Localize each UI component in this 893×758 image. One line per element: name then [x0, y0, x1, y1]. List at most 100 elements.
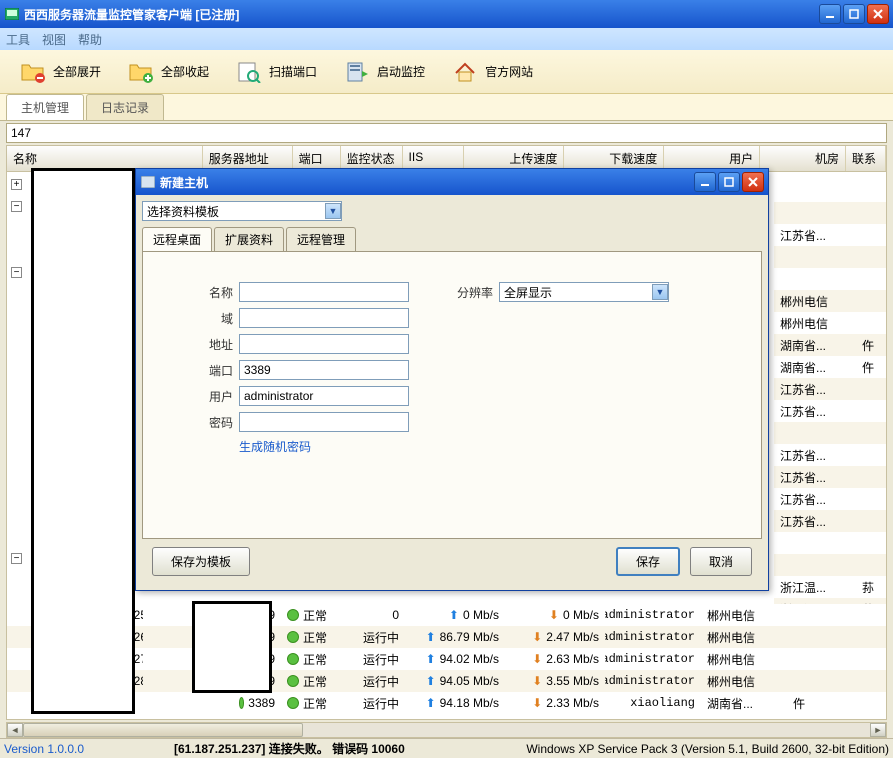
user-cell: xiaoliang — [605, 694, 701, 712]
table-row[interactable]: 227 3389 正常 运行中 ⬆94.02 Mb/s ⬇2.63 Mb/s a… — [7, 648, 886, 670]
table-row[interactable]: 浙江温...荪 — [774, 576, 886, 598]
table-row[interactable] — [774, 532, 886, 554]
dlg-tab-mgmt[interactable]: 远程管理 — [286, 227, 356, 251]
dialog-icon — [140, 174, 156, 190]
table-row[interactable]: 郴州电信 — [774, 290, 886, 312]
horizontal-scrollbar[interactable]: ◄ ► — [6, 722, 887, 738]
tree-collapse-icon[interactable]: − — [11, 201, 22, 212]
dlg-tab-remote[interactable]: 远程桌面 — [142, 227, 212, 251]
table-row[interactable]: 225 3389 正常 0 ⬆0 Mb/s ⬇0 Mb/s administra… — [7, 604, 886, 626]
table-row[interactable] — [774, 268, 886, 290]
tree-expand-icon[interactable]: + — [11, 179, 22, 190]
tab-logs[interactable]: 日志记录 — [86, 94, 164, 120]
table-row[interactable]: 江苏省... — [774, 488, 886, 510]
room-cell: 浙江温... — [774, 577, 856, 598]
user-field[interactable] — [239, 386, 409, 406]
pass-label: 密码 — [183, 414, 233, 431]
addr-field[interactable] — [239, 334, 409, 354]
gen-password-link[interactable]: 生成随机密码 — [239, 438, 409, 455]
table-row[interactable] — [774, 180, 886, 202]
table-row[interactable] — [774, 554, 886, 576]
menu-view[interactable]: 视图 — [42, 31, 66, 48]
col-contact[interactable]: 联系 — [846, 146, 886, 171]
start-monitor-button[interactable]: 启动监控 — [332, 53, 436, 91]
dialog-maximize-button[interactable] — [718, 172, 740, 192]
app-icon — [4, 6, 20, 22]
menu-help[interactable]: 帮助 — [78, 31, 102, 48]
name-field[interactable] — [239, 282, 409, 302]
table-row[interactable]: 江苏省... — [774, 510, 886, 532]
port-cell: 3389 — [233, 672, 281, 690]
table-row[interactable]: 江苏省... — [774, 444, 886, 466]
cancel-button[interactable]: 取消 — [690, 547, 752, 576]
room-cell — [774, 431, 856, 435]
resolution-select[interactable]: 全屏显示 ▼ — [499, 282, 669, 302]
col-room[interactable]: 机房 — [760, 146, 846, 171]
status-cell: 正常 — [281, 649, 343, 670]
port-cell: 3389 — [233, 650, 281, 668]
domain-field[interactable] — [239, 308, 409, 328]
flag-cell — [787, 613, 827, 617]
scan-port-button[interactable]: 扫描端口 — [224, 53, 328, 91]
room-cell — [774, 189, 856, 193]
table-row[interactable]: 3389 正常 运行中 ⬆94.18 Mb/s ⬇2.33 Mb/s xiaol… — [7, 692, 886, 714]
close-button[interactable] — [867, 4, 889, 24]
status-dot-icon — [239, 675, 244, 687]
scroll-right-button[interactable]: ► — [870, 723, 886, 737]
flag-cell — [856, 431, 886, 435]
filter-input[interactable] — [11, 126, 882, 140]
table-row[interactable]: 江苏省... — [774, 400, 886, 422]
save-template-button[interactable]: 保存为模板 — [152, 547, 250, 576]
expand-all-button[interactable]: 全部展开 — [8, 53, 112, 91]
menu-tools[interactable]: 工具 — [6, 31, 30, 48]
status-dot-icon — [287, 653, 299, 665]
flag-cell — [856, 541, 886, 545]
chevron-down-icon[interactable]: ▼ — [652, 284, 668, 300]
table-row[interactable]: 江苏省... — [774, 224, 886, 246]
maximize-button[interactable] — [843, 4, 865, 24]
scan-icon — [235, 58, 263, 86]
port-field[interactable] — [239, 360, 409, 380]
dialog-titlebar[interactable]: 新建主机 — [136, 169, 768, 195]
table-row[interactable]: 湖南省...仵 — [774, 334, 886, 356]
flag-cell — [787, 679, 827, 683]
expand-all-label: 全部展开 — [53, 63, 101, 80]
table-row[interactable]: 228 3389 正常 运行中 ⬆94.05 Mb/s ⬇3.55 Mb/s a… — [7, 670, 886, 692]
tree-collapse-icon[interactable]: − — [11, 553, 22, 564]
user-label: 用户 — [183, 388, 233, 405]
room-cell: 郴州电信 — [701, 627, 787, 648]
dialog-minimize-button[interactable] — [694, 172, 716, 192]
home-icon — [451, 58, 479, 86]
table-row[interactable] — [774, 246, 886, 268]
room-cell: 郴州电信 — [701, 649, 787, 670]
scroll-left-button[interactable]: ◄ — [7, 723, 23, 737]
template-select[interactable]: 选择资料模板 ▼ — [142, 201, 342, 221]
table-row[interactable]: 江苏省... — [774, 378, 886, 400]
table-row[interactable]: 226 3389 正常 运行中 ⬆86.79 Mb/s ⬇2.47 Mb/s a… — [7, 626, 886, 648]
iis-cell: 0 — [343, 606, 405, 624]
table-row[interactable]: 郴州电信 — [774, 312, 886, 334]
scan-port-label: 扫描端口 — [269, 63, 317, 80]
room-cell — [774, 277, 856, 281]
save-button[interactable]: 保存 — [616, 547, 680, 576]
table-row[interactable]: 湖南省...仵 — [774, 356, 886, 378]
scroll-thumb[interactable] — [23, 723, 303, 737]
pass-field[interactable] — [239, 412, 409, 432]
dialog-close-button[interactable] — [742, 172, 764, 192]
website-button[interactable]: 官方网站 — [440, 53, 544, 91]
table-row[interactable] — [774, 422, 886, 444]
addr-cell — [143, 635, 233, 639]
minimize-button[interactable] — [819, 4, 841, 24]
dlg-tab-ext[interactable]: 扩展资料 — [214, 227, 284, 251]
collapse-all-button[interactable]: 全部收起 — [116, 53, 220, 91]
chevron-down-icon[interactable]: ▼ — [325, 203, 341, 219]
table-row[interactable]: 江苏省... — [774, 466, 886, 488]
tab-hosts[interactable]: 主机管理 — [6, 94, 84, 120]
table-row[interactable] — [774, 202, 886, 224]
flag-cell — [856, 211, 886, 215]
iis-cell: 运行中 — [343, 671, 405, 692]
room-cell: 江苏省... — [774, 225, 856, 246]
tree-collapse-icon[interactable]: − — [11, 267, 22, 278]
server-icon — [343, 58, 371, 86]
flag-cell — [856, 475, 886, 479]
